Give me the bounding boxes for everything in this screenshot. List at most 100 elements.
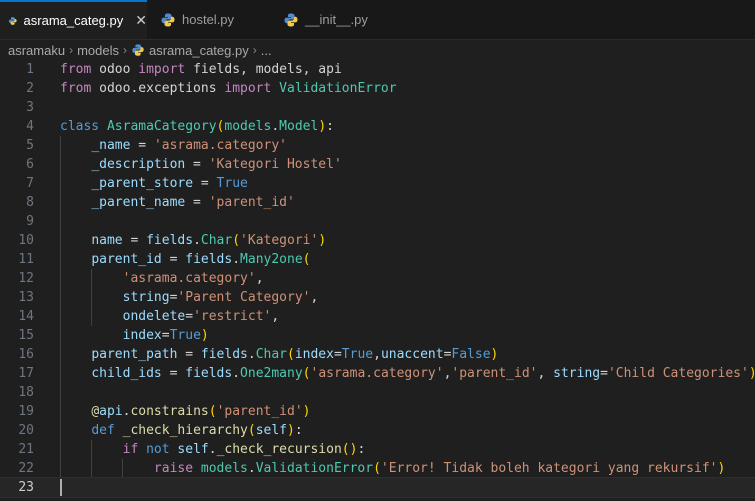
code-line[interactable]: 20 def _check_hierarchy(self):: [0, 421, 755, 440]
tab-asrama-categ[interactable]: asrama_categ.py ✕: [0, 0, 147, 39]
code-text: parent_id = fields.Many2one(: [60, 250, 310, 269]
tab-label: hostel.py: [182, 12, 235, 27]
code-text: from odoo import fields, models, api: [60, 60, 342, 79]
code-line[interactable]: 3: [0, 98, 755, 117]
code-token: models: [224, 119, 272, 134]
code-token: Char: [255, 347, 287, 362]
code-token: ): [318, 233, 327, 248]
breadcrumb-symbols[interactable]: ...: [261, 43, 272, 58]
code-token: child_ids: [91, 366, 162, 381]
code-line[interactable]: 12 'asrama.category',: [0, 269, 755, 288]
code-line[interactable]: 11 parent_id = fields.Many2one(: [0, 250, 755, 269]
tab-hostel[interactable]: hostel.py: [160, 0, 270, 39]
code-line[interactable]: 23: [0, 477, 755, 498]
code-token: _check_recursion: [216, 442, 342, 457]
code-token: _parent_name: [91, 195, 186, 210]
code-token: ): [749, 366, 755, 381]
code-token: 'restrict': [193, 309, 272, 324]
code-line[interactable]: 18: [0, 383, 755, 402]
line-number: 13: [18, 290, 34, 305]
code-line[interactable]: 8 _parent_name = 'parent_id': [0, 193, 755, 212]
line-number: 1: [26, 62, 34, 77]
line-number: 7: [26, 176, 34, 191]
line-number: 18: [18, 385, 34, 400]
code-line[interactable]: 15 index=True): [0, 326, 755, 345]
code-token: :: [357, 442, 366, 457]
breadcrumb-file[interactable]: asrama_categ.py: [149, 43, 249, 58]
code-token: @: [91, 404, 100, 419]
line-number: 6: [26, 157, 34, 172]
code-token: self: [177, 442, 209, 457]
code-token: 'asrama.category': [122, 271, 256, 286]
code-token: ,: [310, 290, 319, 305]
code-token: models: [200, 461, 248, 476]
code-token: fields: [185, 252, 233, 267]
chevron-right-icon: ›: [69, 43, 74, 57]
code-line[interactable]: 1 from odoo import fields, models, api: [0, 60, 755, 79]
code-line[interactable]: 2 from odoo.exceptions import ValidationE…: [0, 79, 755, 98]
code-token: .: [247, 461, 256, 476]
line-number: 4: [26, 119, 34, 134]
python-file-icon: [8, 16, 17, 25]
code-token: :: [326, 119, 334, 134]
code-token: 'asrama.category': [310, 366, 444, 381]
code-text: name = fields.Char('Kategori'): [60, 231, 326, 250]
code-line[interactable]: 10 name = fields.Char('Kategori'): [0, 231, 755, 250]
code-token: =: [185, 157, 209, 172]
code-token: .: [193, 233, 201, 248]
python-file-icon: [132, 44, 144, 56]
code-line[interactable]: 19 @api.constrains('parent_id'): [0, 402, 755, 421]
code-token: ): [302, 404, 311, 419]
code-text: class AsramaCategory(models.Model):: [60, 117, 334, 136]
code-token: _check_hierarchy: [122, 423, 248, 438]
code-token: ValidationError: [279, 81, 397, 96]
code-token: 'Kategori Hostel': [208, 157, 342, 172]
code-line[interactable]: 17 child_ids = fields.One2many('asrama.c…: [0, 364, 755, 383]
code-token: 'parent_id': [216, 404, 303, 419]
code-token: Char: [200, 233, 233, 248]
line-number: 9: [26, 214, 34, 229]
code-token: False: [451, 347, 491, 362]
code-line[interactable]: 4 class AsramaCategory(models.Model):: [0, 117, 755, 136]
line-number: 16: [18, 347, 34, 362]
code-token: def: [91, 423, 115, 438]
code-line[interactable]: 13 string='Parent Category',: [0, 288, 755, 307]
code-text: _name = 'asrama.category': [60, 136, 287, 155]
breadcrumb-folder-asramaku[interactable]: asramaku: [8, 43, 65, 58]
code-text: from odoo.exceptions import ValidationEr…: [60, 79, 397, 98]
code-line[interactable]: 5 _name = 'asrama.category': [0, 136, 755, 155]
close-icon[interactable]: ✕: [135, 12, 147, 29]
code-token: (: [302, 366, 311, 381]
code-token: fields: [185, 366, 233, 381]
code-line[interactable]: 6 _description = 'Kategori Hostel': [0, 155, 755, 174]
line-number: 11: [18, 252, 34, 267]
line-number: 21: [18, 442, 34, 457]
code-line[interactable]: 9: [0, 212, 755, 231]
code-token: odoo.exceptions: [91, 81, 225, 96]
code-text: raise models.ValidationError('Error! Tid…: [60, 459, 725, 478]
code-line[interactable]: 16 parent_path = fields.Char(index=True,…: [0, 345, 755, 364]
breadcrumb-folder-models[interactable]: models: [77, 43, 119, 58]
code-token: _parent_store: [91, 176, 194, 191]
code-line[interactable]: 7 _parent_store = True: [0, 174, 755, 193]
code-line[interactable]: 21 if not self._check_recursion():: [0, 440, 755, 459]
line-number: 17: [18, 366, 34, 381]
code-editor[interactable]: 1 from odoo import fields, models, api 2 fr…: [0, 60, 755, 501]
code-line[interactable]: 14 ondelete='restrict',: [0, 307, 755, 326]
breadcrumb: asramaku › models › asrama_categ.py › ..…: [0, 39, 755, 61]
code-token: .: [232, 366, 241, 381]
code-text: string='Parent Category',: [60, 288, 319, 307]
code-line[interactable]: 22 raise models.ValidationError('Error! …: [0, 459, 755, 478]
code-token: ValidationError: [255, 461, 374, 476]
tab-init[interactable]: __init__.py: [283, 0, 403, 39]
code-token: Model: [279, 119, 319, 134]
line-number: 3: [26, 100, 34, 115]
code-token: from: [60, 81, 92, 96]
